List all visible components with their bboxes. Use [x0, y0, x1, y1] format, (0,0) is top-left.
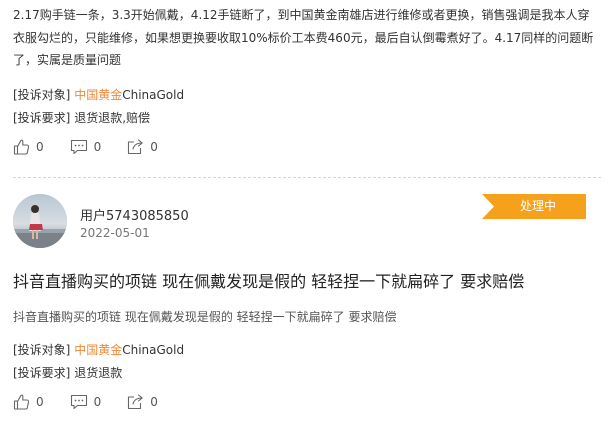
avatar-image [13, 194, 67, 248]
complaint-target-suffix: ChinaGold [122, 343, 185, 357]
complaint-target-line: [投诉对象] 中国黄金ChinaGold [13, 86, 184, 103]
comment-icon [70, 139, 87, 155]
complaint-title[interactable]: 抖音直播购买的项链 现在佩戴发现是假的 轻轻捏一下就扁碎了 要求赔偿 [13, 268, 524, 292]
complaint-actions: 0 0 0 [13, 393, 184, 411]
share-count: 0 [150, 140, 158, 154]
share-count: 0 [150, 395, 158, 409]
complaint-target-label: [投诉对象] [13, 343, 71, 357]
complaint-target-name: 中国黄金 [74, 343, 123, 357]
status-label: 处理中 [519, 199, 556, 213]
share-button[interactable]: 0 [127, 139, 158, 155]
complaint-demand-label: [投诉要求] [13, 366, 71, 380]
post-date: 2022-05-01 [80, 226, 150, 240]
complaint-summary: 抖音直播购买的项链 现在佩戴发现是假的 轻轻捏一下就扁碎了 要求赔偿 [13, 310, 397, 324]
like-button[interactable]: 0 [13, 394, 44, 410]
share-icon [128, 139, 144, 155]
divider [13, 177, 601, 178]
complaint-target-suffix: ChinaGold [122, 88, 185, 102]
complaint-target-link[interactable]: 中国黄金 [74, 343, 122, 357]
status-badge: 处理中 [482, 194, 586, 219]
complaint-target-label: [投诉对象] [13, 88, 71, 102]
like-count: 0 [36, 395, 44, 409]
comment-button[interactable]: 0 [70, 394, 102, 410]
comment-count: 0 [93, 140, 102, 154]
avatar[interactable] [13, 194, 67, 248]
share-icon [128, 394, 144, 410]
complaint-demand-label: [投诉要求] [13, 111, 71, 125]
complaint-target-line: [投诉对象] 中国黄金ChinaGold [13, 341, 184, 358]
complaint-target-link[interactable]: 中国黄金 [74, 88, 122, 102]
like-count: 0 [36, 140, 44, 154]
complaint-demand-line: [投诉要求] 退货退款 [13, 364, 122, 381]
share-button[interactable]: 0 [127, 394, 158, 410]
username[interactable]: 用户5743085850 [80, 205, 189, 224]
comment-count: 0 [93, 395, 102, 409]
complaint-actions: 0 0 0 [13, 138, 184, 156]
thumbs-up-icon [13, 394, 30, 410]
complaint-demand-value: 退货退款 [74, 366, 123, 380]
complaint-demand-line: [投诉要求] 退货退款,赔偿 [13, 109, 150, 126]
like-button[interactable]: 0 [13, 139, 44, 155]
complaint-body-text: 2.17购手链一条，3.3开始佩戴，4.12手链断了，到中国黄金南雄店进行维修或… [13, 8, 594, 67]
complaint-demand-value: 退货退款,赔偿 [74, 111, 151, 125]
comment-button[interactable]: 0 [70, 139, 102, 155]
complaint-target-name: 中国黄金 [74, 88, 123, 102]
thumbs-up-icon [13, 139, 30, 155]
comment-icon [70, 394, 87, 410]
